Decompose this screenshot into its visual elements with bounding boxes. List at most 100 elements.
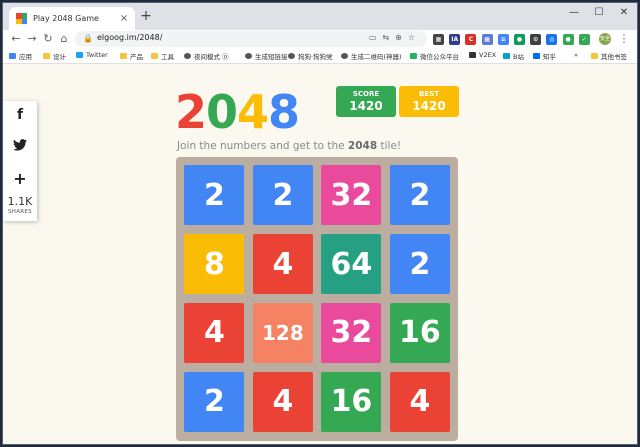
bookmark-item[interactable]: 微信公众平台 xyxy=(410,51,459,61)
score-label: SCORE xyxy=(352,90,380,98)
profile-avatar[interactable]: 安全 xyxy=(599,33,611,45)
game-tile: 2 xyxy=(389,234,450,295)
url-text[interactable]: elgoog.im/2048/ xyxy=(97,33,162,42)
game-tile: 2 xyxy=(252,165,313,226)
game-tile: 16 xyxy=(321,371,382,432)
bookmark-label: 生成二维码(神器) xyxy=(351,53,402,61)
bookmark-item[interactable]: 工具 xyxy=(151,51,174,61)
logo-digit: 4 xyxy=(237,85,269,139)
game-board[interactable]: 2 2 32 2 8 4 64 2 4 128 32 16 2 4 16 4 xyxy=(176,157,458,441)
bookmark-item[interactable]: 生成二维码(神器) xyxy=(341,51,402,61)
v2ex-icon xyxy=(469,52,476,58)
bookmark-label: 应用 xyxy=(19,53,32,61)
ext-dark-icon[interactable]: ⊙ xyxy=(530,34,542,45)
game-tile: 4 xyxy=(252,371,313,432)
bookmark-label: 设计 xyxy=(53,53,66,61)
bookmark-item[interactable]: Twitter xyxy=(76,51,108,59)
maximize-button[interactable]: ☐ xyxy=(588,7,610,18)
twitter-icon xyxy=(76,52,83,58)
logo-digit: 8 xyxy=(268,85,300,139)
browser-tab[interactable]: Play 2048 Game × xyxy=(9,7,135,30)
bookmark-item[interactable]: V2EX xyxy=(469,51,496,59)
zhihu-icon xyxy=(533,53,540,59)
game-logo: 2048 xyxy=(175,85,300,139)
bookmark-item[interactable]: 知乎 xyxy=(533,51,556,61)
bookmark-item[interactable]: 生成短链接 xyxy=(245,51,288,61)
cast-icon[interactable]: ▭ xyxy=(369,33,383,42)
share-label: SHARES xyxy=(8,209,32,215)
minimize-button[interactable]: — xyxy=(563,7,585,18)
ext-check-icon[interactable]: ✓ xyxy=(578,34,590,45)
game-tile: 2 xyxy=(184,165,245,226)
twitter-share-button[interactable] xyxy=(3,139,37,154)
omnibox-actions: ▭⇆⊕☆ xyxy=(369,33,421,42)
browser-window: Play 2048 Game × + — ☐ ✕ ← → ↻ ⌂ 🔒 elgoo… xyxy=(3,3,637,444)
game-page: f + 1.1K SHARES 2048 SCORE 1420 BEST 142… xyxy=(3,64,637,444)
menu-kebab-icon[interactable]: ⋮ xyxy=(617,32,631,45)
ext-red-icon[interactable]: C xyxy=(465,34,477,45)
share-count: 1.1K xyxy=(7,195,33,208)
bookmark-item[interactable]: 其他书签 xyxy=(591,51,627,61)
bookmark-item[interactable]: B站 xyxy=(503,51,524,61)
reload-button[interactable]: ↻ xyxy=(41,32,55,45)
best-score-box: BEST 1420 xyxy=(399,86,459,117)
bookmark-label: B站 xyxy=(513,53,524,61)
bookmark-item[interactable]: 产品 xyxy=(120,51,143,61)
new-tab-button[interactable]: + xyxy=(137,8,155,24)
bookmark-item[interactable]: » xyxy=(574,51,578,59)
more-share-button[interactable]: + xyxy=(3,169,37,188)
bookmark-item[interactable]: 狗狗·狗狗党 xyxy=(288,51,333,61)
logo-digit: 2 xyxy=(175,85,207,139)
tab-search-icon[interactable]: ▦ xyxy=(433,34,444,45)
home-button[interactable]: ⌂ xyxy=(57,32,71,45)
game-tile: 32 xyxy=(321,302,382,363)
wechat-icon xyxy=(410,53,417,59)
bookmark-item[interactable]: 设计 xyxy=(43,51,66,61)
ext-lime-icon[interactable]: ● xyxy=(562,34,574,45)
game-favicon-icon xyxy=(16,13,27,24)
best-value: 1420 xyxy=(412,99,446,113)
intro-text: Join the numbers and get to the xyxy=(177,140,348,152)
share-sidebar: f + 1.1K SHARES xyxy=(3,101,37,221)
game-tile: 16 xyxy=(389,302,450,363)
tab-close-icon[interactable]: × xyxy=(117,13,131,24)
bookmark-label: 微信公众平台 xyxy=(420,53,459,61)
ext-grid-icon[interactable]: ▦ xyxy=(481,34,493,45)
back-button[interactable]: ← xyxy=(9,32,23,45)
facebook-share-button[interactable]: f xyxy=(3,107,37,123)
score-box: SCORE 1420 xyxy=(336,86,396,117)
zoom-icon[interactable]: ⊕ xyxy=(395,33,408,42)
globe-icon xyxy=(341,53,348,59)
logo-digit: 0 xyxy=(206,85,238,139)
game-tile: 8 xyxy=(184,234,245,295)
forward-button[interactable]: → xyxy=(25,32,39,45)
ext-green-icon[interactable]: ● xyxy=(514,34,525,45)
bilibili-icon xyxy=(503,53,510,59)
folder-icon xyxy=(43,53,50,59)
score-value: 1420 xyxy=(349,99,383,113)
lock-icon: 🔒 xyxy=(83,34,93,43)
game-tile: 4 xyxy=(184,302,245,363)
tab-title: Play 2048 Game xyxy=(33,14,99,23)
bookmark-label: V2EX xyxy=(479,51,497,59)
bookmark-label: 生成短链接 xyxy=(255,53,288,61)
bookmark-item[interactable]: 夜间模式 ⓪ xyxy=(184,51,229,61)
ext-blue-icon[interactable]: ≡ xyxy=(497,34,509,45)
translate-icon[interactable]: ⇆ xyxy=(382,33,395,42)
globe-icon xyxy=(245,53,252,59)
bookmark-label: 工具 xyxy=(161,53,174,61)
ia-icon[interactable]: IA xyxy=(449,34,461,45)
bookmark-star-icon[interactable]: ☆ xyxy=(408,33,421,42)
game-tile: 2 xyxy=(184,371,245,432)
game-tile: 32 xyxy=(321,165,382,226)
address-bar[interactable]: 🔒 elgoog.im/2048/ ▭⇆⊕☆ xyxy=(75,31,427,47)
bookmark-label: 狗狗·狗狗党 xyxy=(298,53,333,61)
bookmark-item[interactable]: 应用 xyxy=(9,51,32,61)
globe-icon xyxy=(184,53,191,59)
twitter-icon xyxy=(13,139,27,151)
bookmark-label: 产品 xyxy=(130,53,143,61)
close-window-button[interactable]: ✕ xyxy=(613,7,635,18)
game-tile: 4 xyxy=(389,371,450,432)
tab-strip: Play 2048 Game × + — ☐ ✕ xyxy=(3,3,637,30)
ext-navy-icon[interactable]: ◎ xyxy=(546,34,558,45)
